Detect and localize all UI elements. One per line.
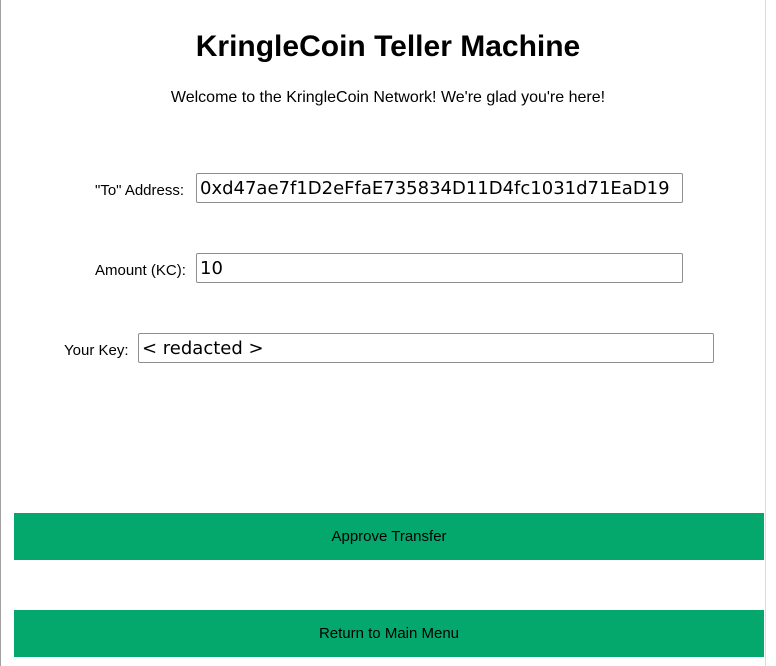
to-address-input[interactable]: [196, 173, 683, 203]
welcome-message: Welcome to the KringleCoin Network! We'r…: [170, 89, 606, 106]
page-title: KringleCoin Teller Machine: [195, 30, 581, 63]
amount-input[interactable]: [196, 253, 683, 283]
key-input[interactable]: [138, 333, 714, 363]
approve-transfer-button[interactable]: Approve Transfer: [14, 513, 764, 560]
return-to-main-menu-button[interactable]: Return to Main Menu: [14, 610, 764, 657]
teller-machine-page: KringleCoin Teller Machine Welcome to th…: [0, 0, 776, 666]
key-label: Your Key:: [64, 342, 129, 359]
amount-label: Amount (KC):: [95, 262, 186, 279]
to-address-label: "To" Address:: [95, 182, 185, 199]
